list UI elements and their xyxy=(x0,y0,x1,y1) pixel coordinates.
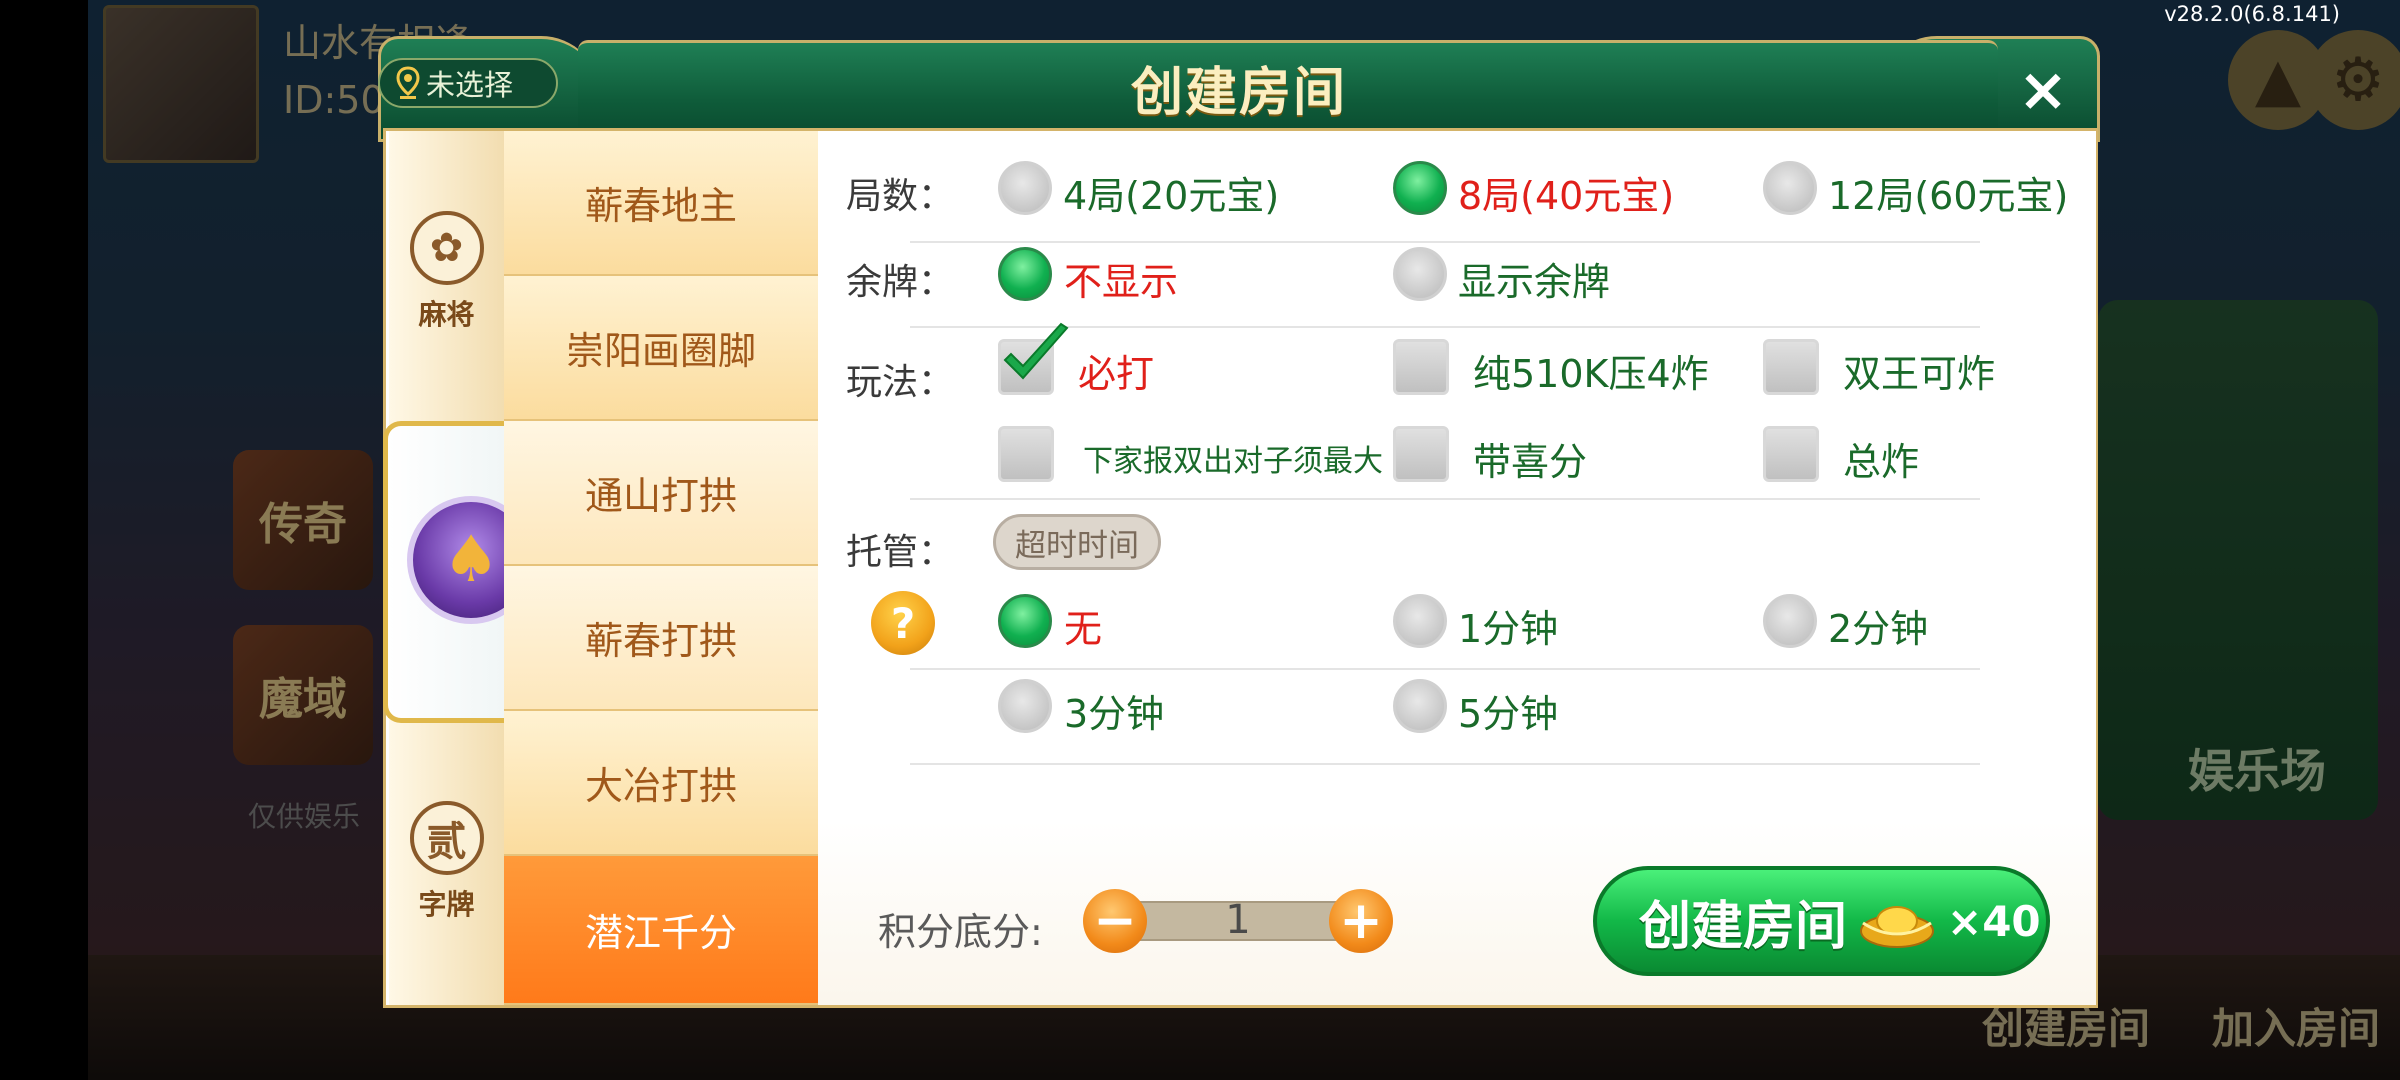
divider xyxy=(910,668,1980,670)
play-option-double-king[interactable]: 双王可炸 xyxy=(1843,343,1995,398)
dialog-body: ✿ 麻将 ♠ 贰 字牌 蕲春地主 崇阳画圈脚 通山打拱 蕲春打拱 大冶打拱 潜江… xyxy=(383,128,2098,1008)
play-checkbox-510k[interactable] xyxy=(1393,339,1449,395)
game-item[interactable]: 崇阳画圈脚 xyxy=(504,276,818,421)
category-mahjong[interactable]: ✿ 麻将 xyxy=(389,211,504,333)
dialog-footer: 积分底分: 1 − + 创建房间 ×40 xyxy=(818,821,2096,1005)
create-room-cost: ×40 xyxy=(1947,896,2041,946)
play-checkbox-bida[interactable] xyxy=(998,322,1069,395)
remaining-radio-hide[interactable] xyxy=(998,247,1052,301)
auto-radio-3min[interactable] xyxy=(998,679,1052,733)
plus-button[interactable]: + xyxy=(1329,889,1393,953)
play-checkbox-xifen[interactable] xyxy=(1393,426,1449,482)
category-zipai[interactable]: 贰 字牌 xyxy=(389,801,504,923)
play-option-510k[interactable]: 纯510K压4炸 xyxy=(1473,343,1709,398)
auto-radio-1min[interactable] xyxy=(1393,594,1447,648)
remaining-radio-show[interactable] xyxy=(1393,247,1447,301)
score-label: 积分底分: xyxy=(878,910,1043,954)
divider xyxy=(910,763,1980,765)
score-stepper: 1 − + xyxy=(1083,889,1393,953)
auto-label: 托管： xyxy=(846,532,955,573)
create-room-dialog: 创建房间 未选择 × ✿ 麻将 ♠ 贰 字牌 蕲春地主 崇阳画圈脚 通山打拱 蕲… xyxy=(378,36,2100,1008)
category-zipai-label: 字牌 xyxy=(418,888,475,921)
divider xyxy=(910,241,1980,243)
rounds-radio-12[interactable] xyxy=(1763,161,1817,215)
options-panel: 局数： 4局(20元宝) 8局(40元宝) 12局(60元宝) 余牌： 不显示 … xyxy=(818,131,2096,1005)
remaining-option-hide[interactable]: 不显示 xyxy=(1064,251,1178,306)
play-option-next-pair[interactable]: 下家报双出对子须最大 xyxy=(1083,436,1383,480)
create-room-label: 创建房间 xyxy=(1639,896,1848,957)
auto-radio-2min[interactable] xyxy=(1763,594,1817,648)
score-value: 1 xyxy=(1225,897,1251,943)
play-label: 玩法： xyxy=(846,362,955,403)
remaining-label: 余牌： xyxy=(846,262,955,303)
play-option-bida[interactable]: 必打 xyxy=(1078,343,1154,398)
gold-ingot-icon xyxy=(1860,906,1935,948)
game-item[interactable]: 蕲春打拱 xyxy=(504,566,818,711)
play-option-zongzha[interactable]: 总炸 xyxy=(1843,431,1919,486)
checkmark-icon xyxy=(1003,322,1069,380)
rounds-option-8[interactable]: 8局(40元宝) xyxy=(1458,165,1674,220)
divider xyxy=(910,498,1980,500)
create-room-button[interactable]: 创建房间 ×40 xyxy=(1593,866,2050,976)
close-icon: × xyxy=(2017,55,2069,125)
location-pin-icon xyxy=(396,66,420,99)
play-option-xifen[interactable]: 带喜分 xyxy=(1473,431,1587,486)
auto-option-1min[interactable]: 1分钟 xyxy=(1458,598,1558,653)
dialog-title: 创建房间 xyxy=(1130,63,1347,123)
timeout-chip: 超时时间 xyxy=(993,514,1161,570)
zipai-emblem-icon: 贰 xyxy=(409,801,484,875)
rounds-label: 局数： xyxy=(846,176,955,217)
category-mahjong-label: 麻将 xyxy=(418,298,475,331)
mahjong-emblem-icon: ✿ xyxy=(409,211,484,285)
game-list: 蕲春地主 崇阳画圈脚 通山打拱 蕲春打拱 大冶打拱 潜江千分 xyxy=(504,131,818,1005)
version-label: v28.2.0(6.8.141) xyxy=(2164,2,2340,26)
rounds-option-4[interactable]: 4局(20元宝) xyxy=(1063,165,1279,220)
rounds-option-12[interactable]: 12局(60元宝) xyxy=(1828,165,2068,220)
play-checkbox-next-pair[interactable] xyxy=(998,426,1054,482)
auto-option-2min[interactable]: 2分钟 xyxy=(1828,598,1928,653)
rounds-radio-8[interactable] xyxy=(1393,161,1447,215)
minus-button[interactable]: − xyxy=(1083,889,1147,953)
remaining-option-show[interactable]: 显示余牌 xyxy=(1458,251,1610,306)
auto-radio-none[interactable] xyxy=(998,594,1052,648)
close-button[interactable]: × xyxy=(2011,55,2075,125)
game-item[interactable]: 大冶打拱 xyxy=(504,711,818,856)
rounds-radio-4[interactable] xyxy=(998,161,1052,215)
play-checkbox-zongzha[interactable] xyxy=(1763,426,1819,482)
auto-option-3min[interactable]: 3分钟 xyxy=(1064,683,1164,738)
auto-radio-5min[interactable] xyxy=(1393,679,1447,733)
game-item[interactable]: 通山打拱 xyxy=(504,421,818,566)
game-item-selected[interactable]: 潜江千分 xyxy=(504,856,818,1005)
game-item[interactable]: 蕲春地主 xyxy=(504,131,818,276)
help-icon[interactable]: ? xyxy=(871,591,935,655)
auto-option-5min[interactable]: 5分钟 xyxy=(1458,683,1558,738)
location-label: 未选择 xyxy=(426,68,514,102)
play-checkbox-double-king[interactable] xyxy=(1763,339,1819,395)
location-selector[interactable]: 未选择 xyxy=(378,58,558,108)
category-column: ✿ 麻将 ♠ 贰 字牌 xyxy=(383,131,558,1005)
auto-option-none[interactable]: 无 xyxy=(1064,598,1102,653)
